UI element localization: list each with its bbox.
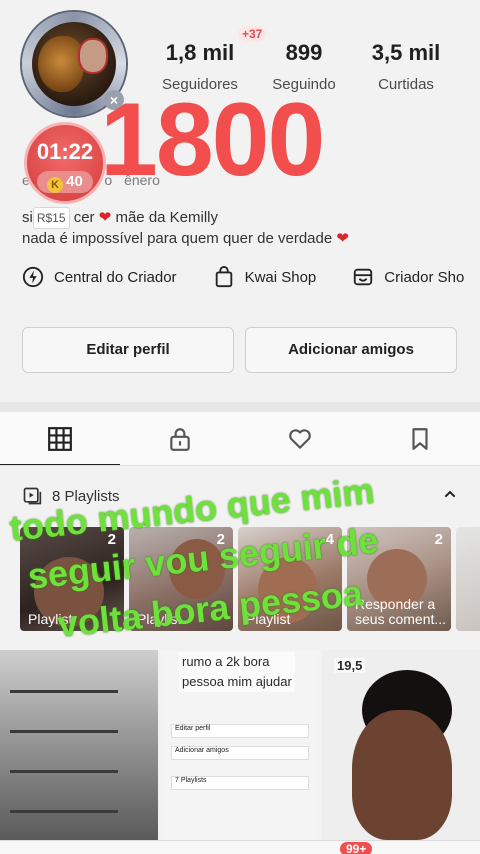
- quick-link-creator-shop[interactable]: Criador Sho: [352, 266, 464, 288]
- shopping-bag-icon: [215, 266, 232, 288]
- playlist-card[interactable]: 4 Playlist: [238, 527, 342, 631]
- bio-text-prefix: si: [22, 209, 33, 226]
- followers-count: 1,8 mil: [165, 40, 235, 65]
- bookmark-icon: [412, 428, 428, 450]
- likes-stat[interactable]: 3,5 mil Curtidas: [356, 40, 456, 93]
- tab-private[interactable]: [120, 412, 240, 466]
- shelf-line: [10, 730, 118, 733]
- coin-counter: K 40: [37, 171, 93, 193]
- lock-icon: [170, 428, 190, 451]
- quick-link-kwai-shop[interactable]: Kwai Shop: [213, 266, 317, 288]
- edit-profile-button[interactable]: Editar perfil: [22, 327, 234, 373]
- shelf-line: [10, 810, 118, 813]
- big-number-overlay: 1800: [100, 82, 325, 198]
- shelf-line: [10, 770, 118, 773]
- video-thumbnail[interactable]: rumo a 2k bora pessoa mim ajudar Editar …: [161, 650, 319, 840]
- video-thumbnail[interactable]: 19,5: [322, 650, 480, 840]
- playlist-count: 4: [325, 531, 334, 548]
- tabs-underline: [0, 465, 480, 466]
- add-friends-button[interactable]: Adicionar amigos: [245, 327, 457, 373]
- playlist-card[interactable]: 2 Playlist: [129, 527, 233, 631]
- reward-chip[interactable]: R$15: [32, 207, 70, 229]
- tab-grid[interactable]: [0, 412, 120, 466]
- coin-icon: K: [47, 177, 64, 193]
- quick-link-label: Central do Criador: [54, 268, 177, 286]
- tab-saved[interactable]: [360, 412, 480, 466]
- notification-badge[interactable]: 99+: [340, 842, 373, 854]
- bio-line-1: si R$15 cer ❤ mãe da Kemilly: [22, 207, 349, 229]
- live-timer-badge[interactable]: 01:22 K 40: [24, 122, 106, 204]
- playlist-card[interactable]: 2 Playlist: [20, 527, 124, 631]
- store-icon: [354, 268, 373, 286]
- tab-likes[interactable]: [240, 412, 360, 466]
- video-thumbnail[interactable]: [0, 650, 158, 840]
- playlist-count: 2: [434, 531, 443, 548]
- mini-edit-profile: Editar perfil: [171, 724, 309, 738]
- playlist-label: Playlist: [28, 611, 73, 627]
- creator-quick-links: Central do Criador Kwai Shop Criador Sho: [22, 266, 464, 288]
- playlist-label: Responder a seus coment...: [355, 596, 447, 627]
- bio-text-mid: cer: [73, 209, 95, 226]
- video-value: 19,5: [334, 658, 366, 673]
- face-figure: [78, 38, 108, 74]
- grid-icon: [48, 427, 72, 451]
- thumbnail-figure: [352, 710, 452, 840]
- profile-bio: si R$15 cer ❤ mãe da Kemilly nada é impos…: [22, 207, 349, 249]
- heart-emoji-icon: ❤: [98, 209, 112, 226]
- chevron-up-icon[interactable]: [442, 486, 458, 502]
- likes-label: Curtidas: [378, 76, 434, 93]
- following-count: 899: [285, 40, 323, 65]
- playlist-label: Playlist: [246, 611, 291, 627]
- timer-time: 01:22: [36, 139, 94, 164]
- coin-count: 40: [66, 173, 83, 190]
- playlist-count: 2: [107, 531, 116, 548]
- bio-line-2: nada é impossível para quem quer de verd…: [22, 229, 349, 249]
- profile-tabs: [0, 412, 480, 466]
- lightning-circle-icon: [22, 266, 44, 288]
- playlist-card[interactable]: 2 Responder a seus coment...: [347, 527, 451, 631]
- playlist-label: Playlist: [137, 611, 182, 627]
- likes-count: 3,5 mil: [371, 40, 441, 65]
- quick-link-creator-center[interactable]: Central do Criador: [22, 266, 177, 288]
- playlist-icon: [23, 487, 42, 505]
- quick-link-label: Kwai Shop: [244, 268, 317, 286]
- bio-text-line2: nada é impossível para quem quer de verd…: [22, 230, 333, 247]
- playlists-count: 8 Playlists: [52, 487, 120, 505]
- shelf-line: [10, 690, 118, 693]
- mini-add-friends: Adicionar amigos: [171, 746, 309, 760]
- video-caption: rumo a 2k bora pessoa mim ajudar: [179, 652, 295, 692]
- playlist-count: 2: [216, 531, 225, 548]
- quick-link-label: Criador Sho: [384, 268, 465, 286]
- section-divider: [0, 402, 480, 412]
- heart-icon: [289, 429, 311, 449]
- mini-playlists: 7 Playlists: [171, 776, 309, 790]
- lion-figure: [38, 36, 84, 92]
- bottom-navigation: [0, 840, 480, 854]
- bio-text-suffix: mãe da Kemilly: [115, 209, 219, 226]
- playlists-header[interactable]: 8 Playlists: [22, 486, 120, 506]
- heart-emoji-icon: ❤: [336, 230, 349, 247]
- thumbnail-figure: [169, 539, 225, 599]
- playlist-card[interactable]: [456, 527, 480, 631]
